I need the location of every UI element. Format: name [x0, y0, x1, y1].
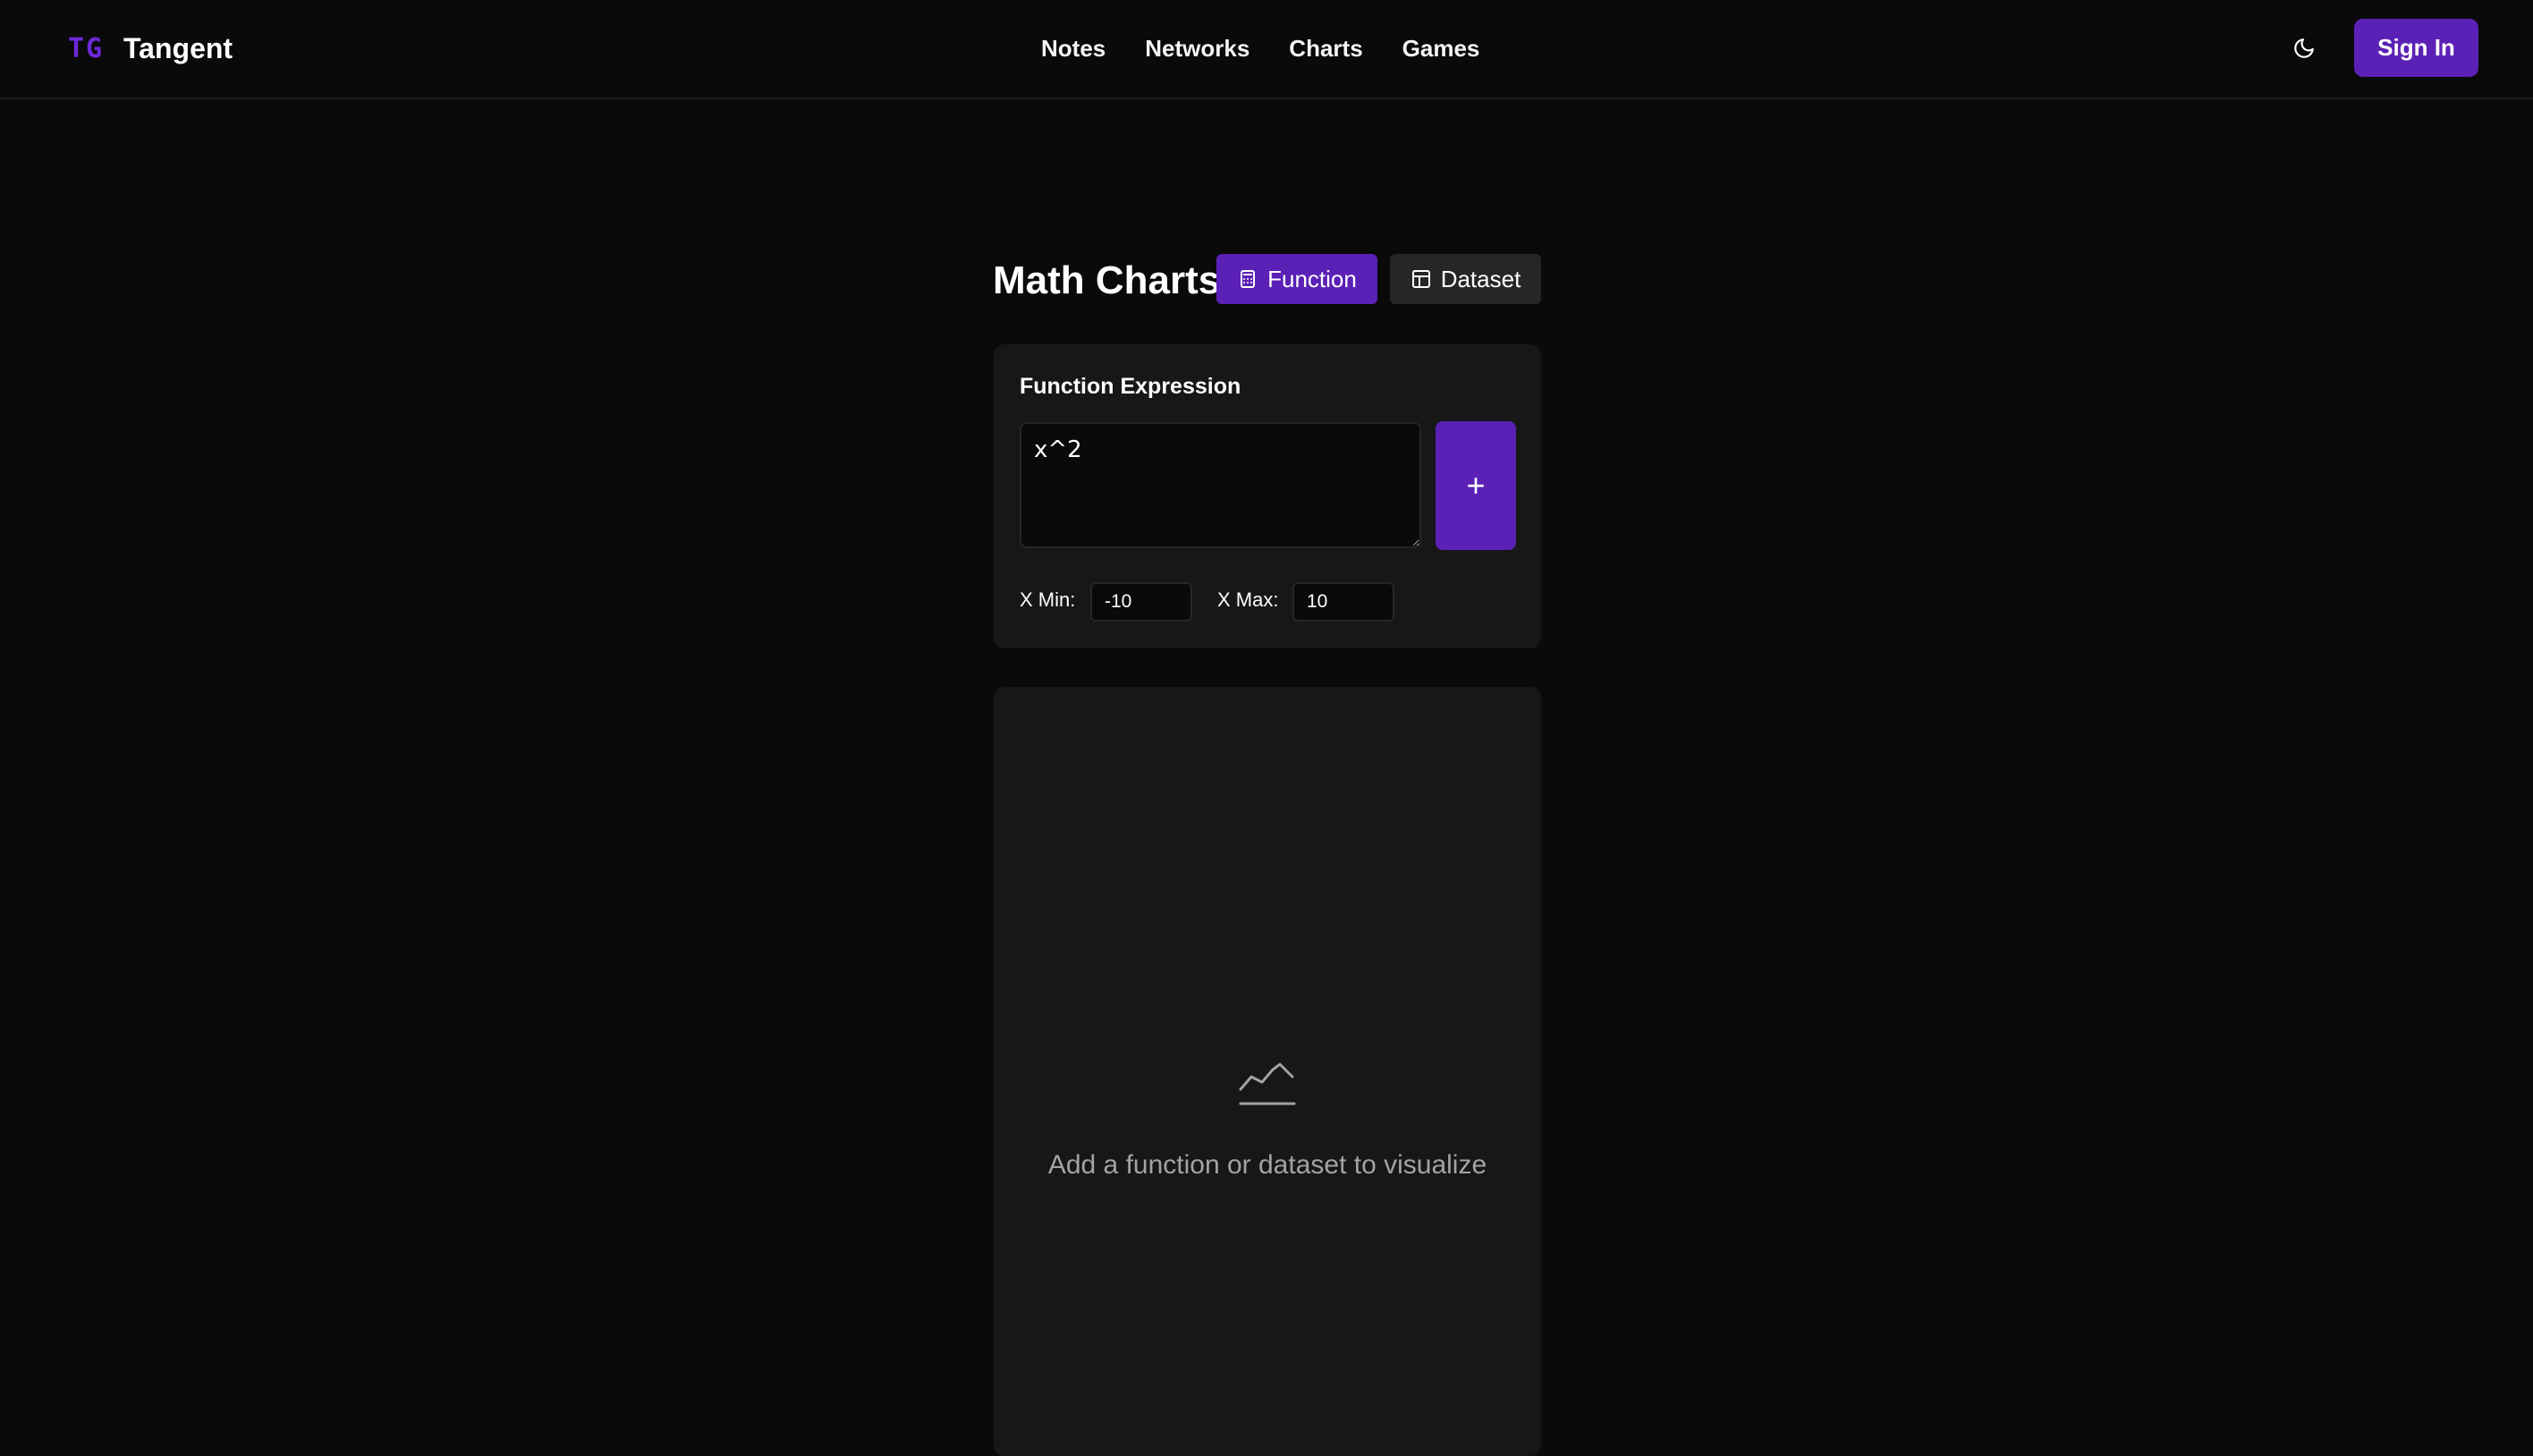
x-min-label: X Min: [1020, 588, 1076, 611]
brand-logo: TG [68, 32, 105, 64]
main-nav: Notes Networks Charts Games [1041, 30, 1479, 66]
tab-function[interactable]: Function [1216, 254, 1377, 304]
sign-in-button[interactable]: Sign In [2354, 19, 2478, 77]
function-input-card: Function Expression x^2 + X Min: X Max: [994, 344, 1541, 648]
add-function-button[interactable]: + [1436, 421, 1516, 550]
function-expression-input[interactable]: x^2 [1020, 422, 1421, 548]
nav-link-notes[interactable]: Notes [1041, 35, 1106, 63]
calculator-icon [1241, 270, 1256, 288]
line-chart-icon [1239, 1062, 1296, 1105]
x-max-label: X Max: [1217, 588, 1279, 611]
chart-area: Add a function or dataset to visualize [994, 687, 1541, 1456]
moon-icon [2294, 38, 2314, 58]
nav-link-networks[interactable]: Networks [1145, 35, 1250, 63]
empty-state-text: Add a function or dataset to visualize [1047, 1150, 1487, 1180]
theme-toggle-button[interactable] [2284, 29, 2324, 68]
plus-icon: + [1466, 467, 1486, 504]
nav-link-charts[interactable]: Charts [1289, 35, 1362, 63]
function-expression-label: Function Expression [1020, 374, 1241, 399]
tab-dataset-label: Dataset [1440, 265, 1521, 292]
brand[interactable]: TG Tangent [68, 30, 233, 66]
page-title: Math Charts [993, 258, 1221, 302]
brand-name: Tangent [123, 31, 233, 64]
tab-function-label: Function [1267, 265, 1357, 292]
x-max-input[interactable] [1292, 582, 1394, 622]
tab-dataset[interactable]: Dataset [1390, 254, 1541, 304]
x-min-input[interactable] [1090, 582, 1192, 622]
table-icon [1411, 270, 1430, 288]
top-header: TG Tangent Notes Networks Charts Games S… [0, 0, 2533, 99]
nav-link-games[interactable]: Games [1402, 35, 1480, 63]
